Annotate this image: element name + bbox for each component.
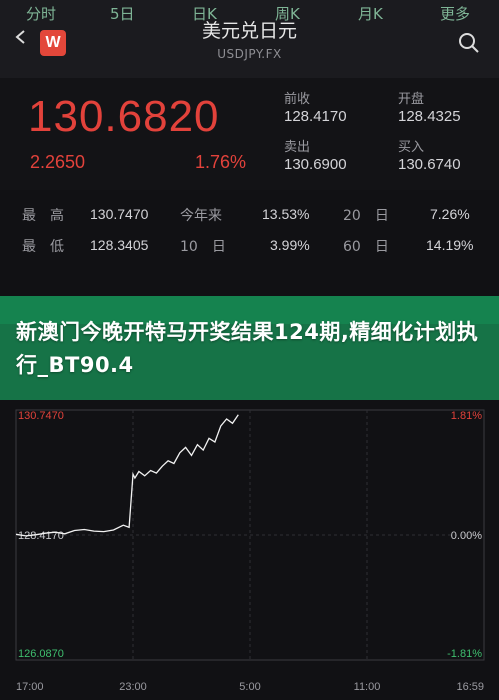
x-axis-label: 11:00: [354, 681, 381, 693]
tab-monthly-k[interactable]: 月K: [358, 3, 383, 24]
buy-value: 130.6740: [398, 156, 461, 173]
tab-weekly-k[interactable]: 周K: [275, 3, 300, 24]
d20-label: 20 日: [343, 208, 389, 224]
sell-value: 130.6900: [284, 156, 347, 173]
banner-text: 新澳门今晚开特马开奖结果124期,精细化计划执行_BT90.4: [16, 320, 479, 377]
x-axis-label: 16:59: [456, 681, 484, 693]
y-axis-label-right: 1.81%: [451, 410, 482, 422]
sell-label: 卖出: [284, 140, 311, 155]
price-line: [15, 414, 239, 537]
tab-daily-k[interactable]: 日K: [192, 3, 217, 24]
tab-5day[interactable]: 5日: [110, 3, 135, 24]
buy-label: 买入: [398, 140, 425, 155]
y-axis-label-left: 130.7470: [18, 410, 64, 422]
prev-close-value: 128.4170: [284, 108, 347, 125]
price-change: 2.2650: [30, 152, 86, 172]
tab-intraday[interactable]: 分时: [26, 3, 56, 24]
y-axis-label-right: 0.00%: [451, 530, 482, 542]
stats-panel: [0, 190, 499, 296]
open-label: 开盘: [398, 92, 425, 107]
x-axis-label: 23:00: [119, 681, 147, 693]
last-price: 130.6820: [28, 92, 220, 141]
ytd-label: 今年来: [180, 208, 222, 224]
page-title: 美元兑日元: [201, 20, 297, 42]
y-axis-label-left: 126.0870: [18, 648, 64, 660]
d10-label: 10 日: [180, 239, 226, 255]
d20-value: 7.26%: [430, 206, 470, 222]
d60-label: 60 日: [343, 239, 389, 255]
low-value: 128.3405: [90, 237, 149, 253]
x-axis-label: 5:00: [239, 681, 260, 693]
price-change-percent: 1.76%: [195, 152, 247, 172]
d60-value: 14.19%: [426, 237, 474, 253]
open-value: 128.4325: [398, 108, 461, 125]
page-subtitle: USDJPY.FX: [217, 47, 282, 61]
tab-more[interactable]: 更多: [440, 3, 470, 24]
ytd-value: 13.53%: [262, 206, 310, 222]
d10-value: 3.99%: [270, 237, 310, 253]
prev-close-label: 前收: [284, 92, 311, 107]
y-axis-label-right: -1.81%: [447, 648, 482, 660]
intraday-chart: 130.7470128.4170126.08701.81%0.00%-1.81%…: [15, 409, 485, 693]
high-label: 最 高: [22, 208, 64, 224]
x-axis-label: 17:00: [16, 681, 44, 693]
high-value: 130.7470: [90, 206, 149, 222]
search-icon[interactable]: [458, 32, 480, 54]
low-label: 最 低: [22, 239, 64, 255]
